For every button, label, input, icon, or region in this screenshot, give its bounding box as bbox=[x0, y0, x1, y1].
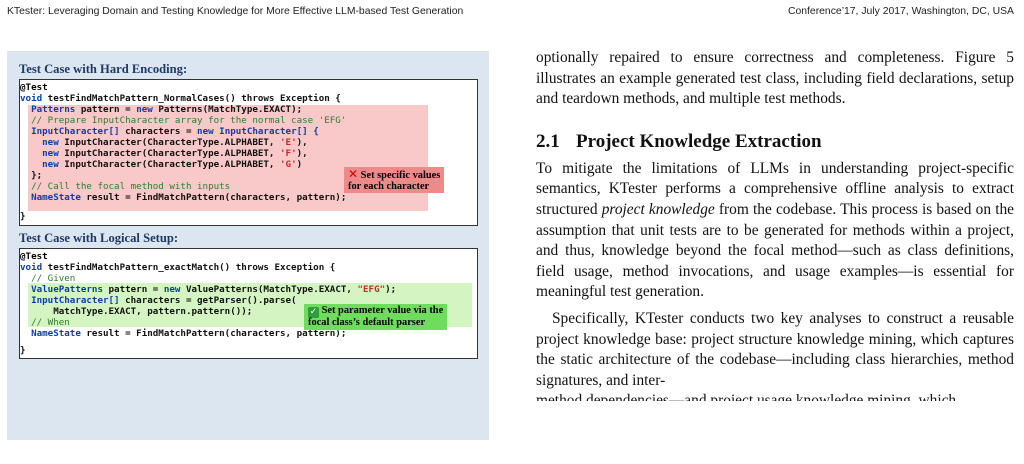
code-line: @Test bbox=[20, 82, 48, 93]
figure-panel: Test Case with Hard Encoding: @Test void… bbox=[7, 51, 489, 440]
code-line: void testFindMatchPattern_NormalCases() … bbox=[20, 93, 341, 104]
code-line: ValuePatterns pattern = new ValuePattern… bbox=[20, 284, 397, 295]
paragraph: To mitigate the limitations of LLMs in u… bbox=[536, 159, 1014, 301]
emphasis-project-knowledge: project knowledge bbox=[601, 200, 715, 218]
code-line: new InputCharacter(CharacterType.ALPHABE… bbox=[20, 159, 303, 170]
code-comment: // Given bbox=[20, 273, 76, 284]
code-line: }; bbox=[20, 170, 43, 181]
code-comment: // When bbox=[20, 317, 70, 328]
code-line: new InputCharacter(CharacterType.ALPHABE… bbox=[20, 137, 308, 148]
code-line: InputCharacter[] characters = getParser(… bbox=[20, 295, 297, 306]
code-line: InputCharacter[] characters = new InputC… bbox=[20, 126, 319, 137]
body-text-column: optionally repaired to ensure correctnes… bbox=[536, 48, 1014, 401]
code-line: new InputCharacter(CharacterType.ALPHABE… bbox=[20, 148, 308, 159]
paragraph: Specifically, KTester conducts two key a… bbox=[536, 309, 1014, 389]
code-comment: // Call the focal method with inputs bbox=[20, 181, 231, 192]
hard-encoding-code-box: @Test void testFindMatchPattern_NormalCa… bbox=[19, 79, 478, 226]
logical-setup-heading: Test Case with Logical Setup: bbox=[19, 231, 179, 245]
code-comment: // Prepare InputCharacter array for the … bbox=[20, 115, 347, 126]
logical-setup-code-box: @Test void testFindMatchPattern_exactMat… bbox=[19, 248, 478, 359]
paper-title-header: KTester: Leveraging Domain and Testing K… bbox=[7, 6, 464, 17]
code-line: @Test bbox=[20, 251, 48, 262]
code-line: Patterns pattern = new Patterns(MatchTyp… bbox=[20, 104, 303, 115]
code-line: } bbox=[20, 345, 26, 356]
hard-encoding-note: ✕ Set specific values for each character bbox=[344, 167, 445, 193]
cross-mark-icon: ✕ bbox=[348, 167, 359, 181]
code-line: MatchType.EXACT, pattern.pattern()); bbox=[20, 306, 253, 317]
code-line: void testFindMatchPattern_exactMatch() t… bbox=[20, 262, 336, 273]
section-heading: 2.1 Project Knowledge Extraction bbox=[536, 131, 1014, 153]
code-line: } bbox=[20, 211, 26, 222]
section-title: Project Knowledge Extraction bbox=[576, 130, 822, 152]
running-header: KTester: Leveraging Domain and Testing K… bbox=[7, 6, 1014, 22]
hard-encoding-heading: Test Case with Hard Encoding: bbox=[19, 62, 188, 76]
code-line: NameState result = FindMatchPattern(char… bbox=[20, 192, 347, 203]
paragraph: optionally repaired to ensure correctnes… bbox=[536, 49, 1014, 108]
section-number: 2.1 bbox=[536, 130, 560, 152]
code-line: NameState result = FindMatchPattern(char… bbox=[20, 328, 347, 339]
conference-header: Conference’17, July 2017, Washington, DC… bbox=[787, 6, 1014, 17]
cut-off-line: method dependencies—and project usage kn… bbox=[536, 392, 957, 402]
logical-setup-note: ✓ Set parameter value via the focal clas… bbox=[304, 304, 448, 330]
